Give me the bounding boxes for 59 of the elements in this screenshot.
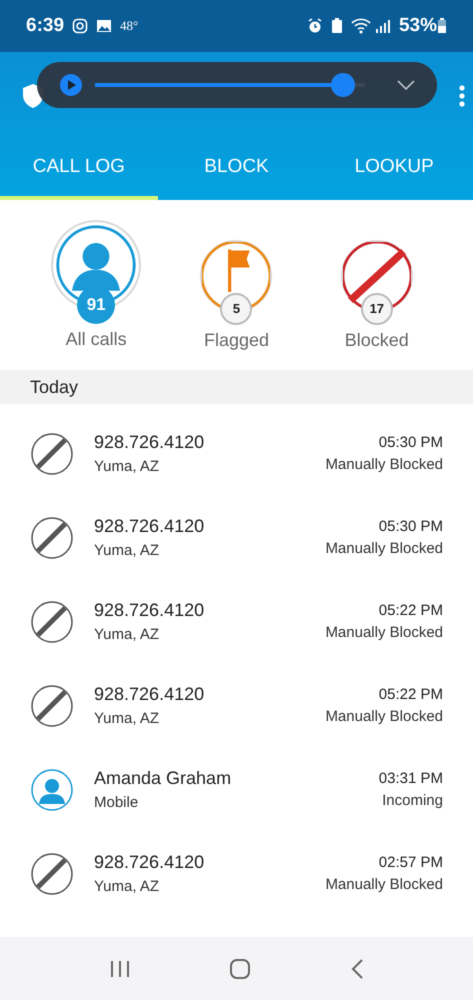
- call-time: 05:30 PM: [378, 432, 443, 452]
- call-row[interactable]: 928.726.4120 Yuma, AZ 05:22 PM Manually Blocked: [0, 664, 473, 748]
- caller-detail: Yuma, AZ: [94, 457, 160, 478]
- alarm-icon: [306, 18, 323, 34]
- person-icon: [30, 768, 74, 812]
- call-time: 05:22 PM: [378, 684, 443, 704]
- caller-name: 928.726.4120: [94, 683, 206, 706]
- caller-detail: Yuma, AZ: [94, 625, 160, 646]
- caller-name: 928.726.4120: [94, 851, 206, 874]
- call-time: 02:57 PM: [378, 852, 443, 872]
- prohibited-icon: [30, 516, 74, 560]
- filter-label: Blocked: [344, 329, 409, 352]
- wifi-icon: [350, 18, 371, 34]
- call-time: 03:31 PM: [378, 768, 443, 788]
- caller-detail: Yuma, AZ: [94, 541, 160, 562]
- call-status: Manually Blocked: [325, 623, 443, 643]
- more-options-icon[interactable]: [459, 85, 465, 107]
- call-row[interactable]: 928.726.4120 Yuma, AZ 05:30 PM Manually Blocked: [0, 412, 473, 496]
- caller-name: 928.726.4120: [94, 515, 206, 538]
- recent-apps-icon[interactable]: [109, 958, 132, 978]
- battery-saver-icon: [330, 18, 343, 34]
- chevron-down-icon[interactable]: [397, 80, 415, 90]
- caller-name: Amanda Graham: [94, 767, 232, 790]
- caller-detail: Mobile: [94, 793, 140, 814]
- play-button[interactable]: [59, 73, 83, 97]
- temperature-text: 48°: [120, 17, 138, 36]
- battery-icon: [437, 18, 447, 34]
- call-time: 05:22 PM: [378, 600, 443, 620]
- call-status: Incoming: [382, 791, 443, 811]
- call-status: Manually Blocked: [325, 875, 443, 895]
- call-row[interactable]: 928.726.4120 Yuma, AZ 05:30 PM Manually Blocked: [0, 496, 473, 580]
- call-row[interactable]: 928.726.4120 Yuma, AZ 05:22 PM Manually Blocked: [0, 580, 473, 664]
- filter-label: All calls: [66, 328, 127, 351]
- call-status: Manually Blocked: [325, 707, 443, 727]
- battery-percent: 53%: [398, 14, 437, 38]
- count-badge: 17: [360, 293, 393, 325]
- call-row[interactable]: Amanda Graham Mobile 03:31 PM Incoming: [0, 748, 473, 832]
- count-badge: 5: [220, 293, 252, 325]
- home-icon[interactable]: [229, 958, 252, 980]
- caller-name: 928.726.4120: [94, 599, 206, 622]
- prohibited-icon: [30, 600, 74, 644]
- image-icon: [96, 19, 112, 33]
- filter-label: Flagged: [204, 329, 270, 352]
- call-status: Manually Blocked: [325, 539, 443, 559]
- caller-detail: Yuma, AZ: [94, 709, 160, 730]
- caller-name: 928.726.4120: [94, 431, 206, 454]
- instagram-icon: [72, 18, 88, 34]
- status-time: 6:39: [26, 14, 64, 38]
- call-status: Manually Blocked: [325, 455, 443, 475]
- signal-icon: [374, 18, 391, 34]
- prohibited-icon: [30, 852, 74, 896]
- prohibited-icon: [30, 684, 74, 728]
- call-row[interactable]: 928.726.4120 Yuma, AZ 02:57 PM Manually Blocked: [0, 832, 473, 916]
- call-time: 05:30 PM: [378, 516, 443, 536]
- back-icon[interactable]: [350, 958, 364, 980]
- section-header: Today: [30, 376, 78, 399]
- prohibited-icon: [30, 432, 74, 476]
- seek-thumb[interactable]: [331, 73, 356, 97]
- caller-detail: Yuma, AZ: [94, 877, 160, 898]
